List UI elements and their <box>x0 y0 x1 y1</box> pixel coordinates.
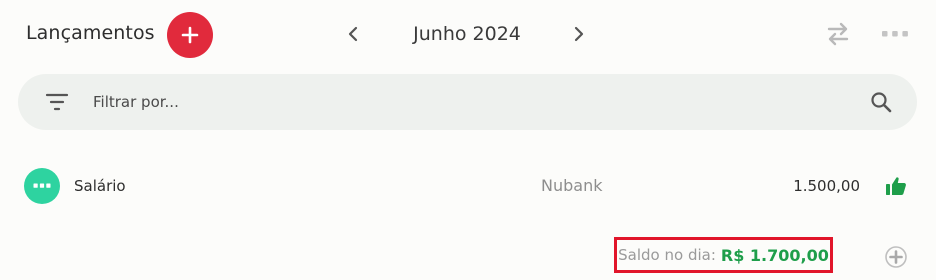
search-icon[interactable] <box>868 89 894 115</box>
transaction-status-button[interactable] <box>884 174 908 198</box>
current-month[interactable]: Junho 2024 <box>380 23 554 45</box>
daily-balance: Saldo no dia: R$ 1.700,00 <box>614 237 833 273</box>
transaction-description: Salário <box>74 177 126 195</box>
filter-input[interactable] <box>93 88 853 116</box>
transactions-page: Lançamentos Junho 2024 Filtrar por... Sa… <box>0 0 936 280</box>
plus-icon <box>181 26 199 44</box>
previous-month-button[interactable] <box>341 22 365 46</box>
add-transaction-button[interactable] <box>167 12 213 58</box>
next-month-button[interactable] <box>567 22 591 46</box>
more-horizontal-icon <box>33 183 51 188</box>
more-options-button[interactable] <box>880 24 910 44</box>
add-circle-button[interactable] <box>884 245 908 269</box>
header: Lançamentos Junho 2024 <box>0 0 936 70</box>
category-badge <box>24 168 60 204</box>
transaction-row[interactable]: Salário Nubank 1.500,00 <box>0 164 936 210</box>
daily-balance-label: Saldo no dia: <box>618 246 716 264</box>
add-circle-icon <box>885 246 907 268</box>
transfer-arrows-icon <box>827 22 849 46</box>
filter-lines-icon[interactable] <box>45 91 69 113</box>
more-horizontal-icon <box>882 31 908 37</box>
chevron-left-icon <box>348 26 358 42</box>
transaction-account: Nubank <box>541 176 603 195</box>
filter-bar <box>18 74 917 130</box>
page-title: Lançamentos <box>26 22 155 44</box>
chevron-right-icon <box>574 26 584 42</box>
daily-balance-value: R$ 1.700,00 <box>720 245 829 265</box>
transfer-button[interactable] <box>824 21 852 47</box>
transaction-amount: 1.500,00 <box>793 177 860 195</box>
thumbs-up-icon <box>886 177 906 195</box>
